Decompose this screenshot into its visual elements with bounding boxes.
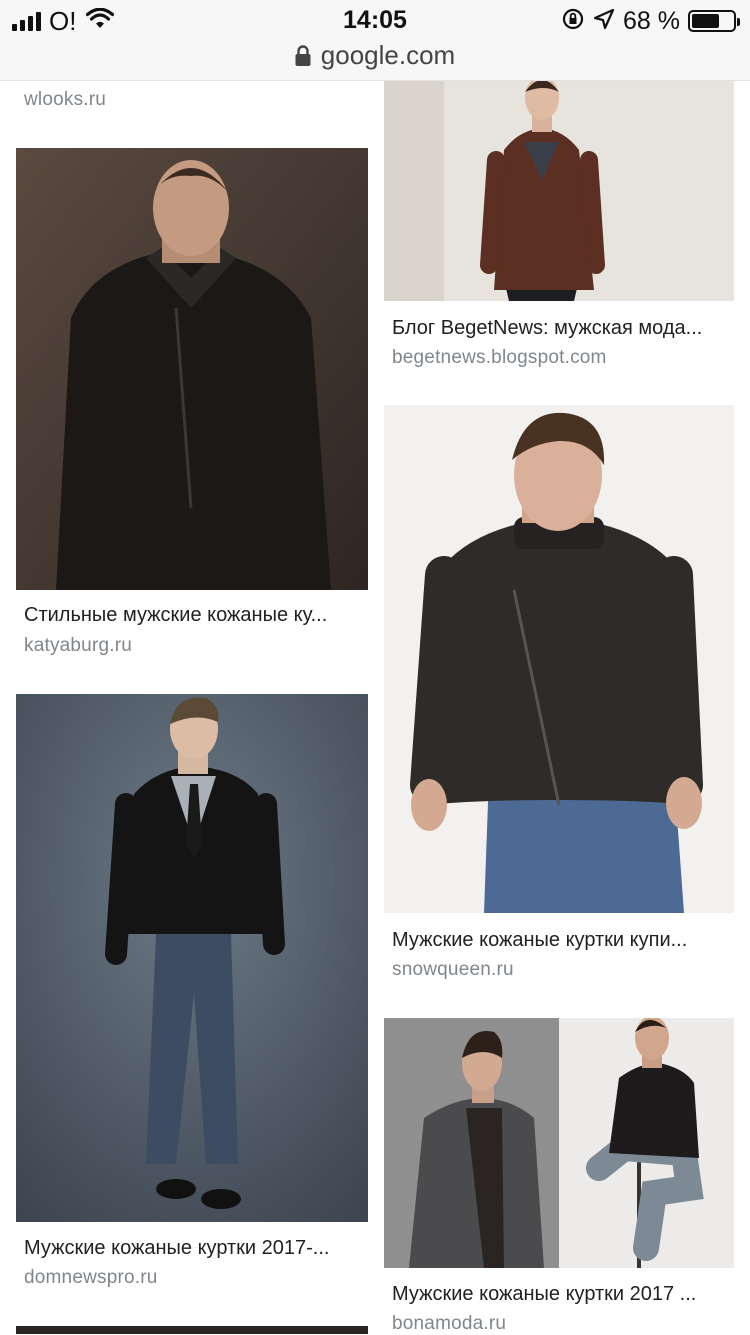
- result-title[interactable]: Мужские кожаные куртки 2017 ...: [392, 1283, 728, 1306]
- result-title[interactable]: Мужские кожаные куртки купи...: [392, 929, 728, 952]
- result-image-bonamoda[interactable]: [384, 1018, 734, 1268]
- result-title[interactable]: Стильные мужские кожаные ку...: [24, 604, 360, 627]
- rotation-lock-icon: [561, 7, 585, 36]
- result-image-domnewspro[interactable]: [16, 694, 368, 1222]
- result-image-partial[interactable]: [16, 1326, 368, 1334]
- location-arrow-icon: [593, 8, 615, 35]
- status-bar: O! 14:05 68 % google.com: [0, 0, 750, 81]
- result-title[interactable]: Блог BegetNews: мужская мода...: [392, 317, 728, 340]
- result-source[interactable]: domnewspro.ru: [24, 1267, 158, 1289]
- address-bar[interactable]: google.com: [0, 40, 750, 74]
- status-right: 68 %: [561, 6, 740, 36]
- result-source[interactable]: bonamoda.ru: [392, 1313, 506, 1335]
- lock-icon: [295, 43, 311, 74]
- battery-percent: 68 %: [623, 6, 680, 35]
- result-title[interactable]: Мужские кожаные куртки 2017-...: [24, 1237, 360, 1260]
- url-text: google.com: [320, 40, 456, 70]
- battery-fill: [692, 14, 720, 28]
- result-source[interactable]: begetnews.blogspot.com: [392, 347, 607, 369]
- result-image-katyaburg[interactable]: [16, 148, 368, 590]
- result-source[interactable]: snowqueen.ru: [392, 959, 514, 981]
- result-source[interactable]: katyaburg.ru: [24, 635, 132, 657]
- result-image-begetnews[interactable]: [384, 80, 734, 301]
- battery-icon: [688, 10, 740, 32]
- result-source[interactable]: wlooks.ru: [24, 89, 106, 111]
- result-image-snowqueen[interactable]: [384, 405, 734, 913]
